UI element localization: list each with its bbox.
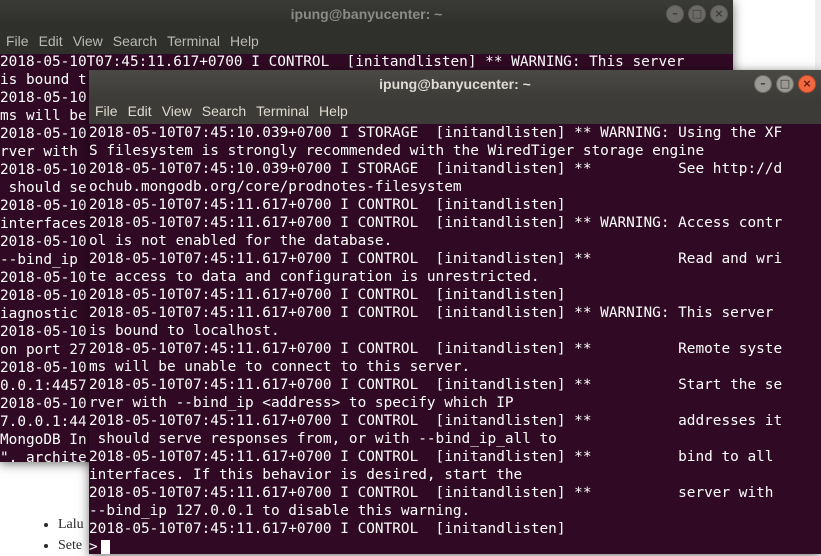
- menu-bar: File Edit View Search Terminal Help: [0, 28, 733, 54]
- background-bullet-list: Lalu Sete: [36, 514, 84, 556]
- menu-file[interactable]: File: [91, 103, 122, 119]
- menu-bar: File Edit View Search Terminal Help: [89, 98, 821, 124]
- terminal-line: 2018-05-10T07:45:11.617+0700 I CONTROL […: [89, 215, 783, 231]
- terminal-line: rver with --bind_ip <address> to specify…: [89, 395, 514, 411]
- terminal-window-active[interactable]: ipung@banyucenter: ~ – □ × File Edit Vie…: [89, 70, 821, 554]
- menu-file[interactable]: File: [2, 33, 33, 49]
- maximize-icon[interactable]: □: [776, 75, 794, 93]
- menu-search[interactable]: Search: [198, 103, 250, 119]
- terminal-line: 2018-05-10T07:45:11.617+0700 I CONTROL […: [89, 449, 774, 465]
- terminal-line: 2018-05-10T07:45:11.617+0700 I CONTROL […: [89, 341, 783, 357]
- menu-edit[interactable]: Edit: [35, 33, 67, 49]
- prompt-symbol: >: [89, 539, 98, 554]
- menu-terminal[interactable]: Terminal: [163, 33, 224, 49]
- terminal-line: ol is not enabled for the database.: [89, 233, 393, 249]
- menu-terminal[interactable]: Terminal: [252, 103, 313, 119]
- text-cursor: [100, 539, 110, 554]
- terminal-line: 2018-05-10T07:45:11.617+0700 I CONTROL […: [0, 54, 685, 70]
- maximize-icon[interactable]: □: [688, 5, 706, 23]
- terminal-line: --bind_ip 127.0.0.1 to disable this warn…: [89, 503, 471, 519]
- terminal-line: 2018-05-10T07:45:11.617+0700 I CONTROL […: [89, 521, 566, 537]
- window-title: ipung@banyucenter: ~: [290, 6, 443, 22]
- terminal-line: 2018-05-10T07:45:11.617+0700 I CONTROL […: [89, 287, 566, 303]
- terminal-line: is bound to localhost.: [89, 323, 280, 339]
- menu-help[interactable]: Help: [226, 33, 263, 49]
- minimize-icon[interactable]: –: [666, 5, 684, 23]
- close-icon[interactable]: ×: [798, 75, 816, 93]
- menu-help[interactable]: Help: [315, 103, 352, 119]
- terminal-line: 2018-05-10T07:45:10.039+0700 I STORAGE […: [89, 161, 783, 177]
- close-icon[interactable]: ×: [710, 5, 728, 23]
- terminal-line: should serve responses from, or with --b…: [89, 431, 557, 447]
- terminal-line: 2018-05-10T07:45:11.617+0700 I CONTROL […: [89, 413, 783, 429]
- window-title: ipung@banyucenter: ~: [379, 76, 531, 92]
- terminal-line: 2018-05-10T07:45:10.039+0700 I STORAGE […: [89, 125, 783, 141]
- shell-prompt[interactable]: >: [89, 538, 821, 554]
- terminal-output[interactable]: 2018-05-10T07:45:10.039+0700 I STORAGE […: [89, 124, 821, 554]
- list-item[interactable]: Lalu: [58, 514, 84, 535]
- list-item[interactable]: Sete: [58, 535, 84, 556]
- menu-search[interactable]: Search: [109, 33, 161, 49]
- terminal-line: ms will be unable to connect to this ser…: [89, 359, 471, 375]
- menu-edit[interactable]: Edit: [124, 103, 156, 119]
- minimize-icon[interactable]: –: [754, 75, 772, 93]
- terminal-line: 2018-05-10T07:45:11.617+0700 I CONTROL […: [89, 251, 783, 267]
- window-titlebar[interactable]: ipung@banyucenter: ~ – □ ×: [0, 0, 733, 28]
- terminal-line: 2018-05-10T07:45:11.617+0700 I CONTROL […: [89, 485, 774, 501]
- terminal-line: 2018-05-10T07:45:11.617+0700 I CONTROL […: [89, 377, 783, 393]
- terminal-line: 2018-05-10T07:45:11.617+0700 I CONTROL […: [89, 197, 566, 213]
- terminal-line: S filesystem is strongly recommended wit…: [89, 143, 705, 159]
- window-titlebar[interactable]: ipung@banyucenter: ~ – □ ×: [89, 70, 821, 98]
- menu-view[interactable]: View: [69, 33, 107, 49]
- terminal-line: 2018-05-10T07:45:11.617+0700 I CONTROL […: [89, 305, 774, 321]
- terminal-line: ochub.mongodb.org/core/prodnotes-filesys…: [89, 179, 462, 195]
- terminal-line: te access to data and configuration is u…: [89, 269, 540, 285]
- menu-view[interactable]: View: [158, 103, 196, 119]
- terminal-line: interfaces. If this behavior is desired,…: [89, 467, 523, 483]
